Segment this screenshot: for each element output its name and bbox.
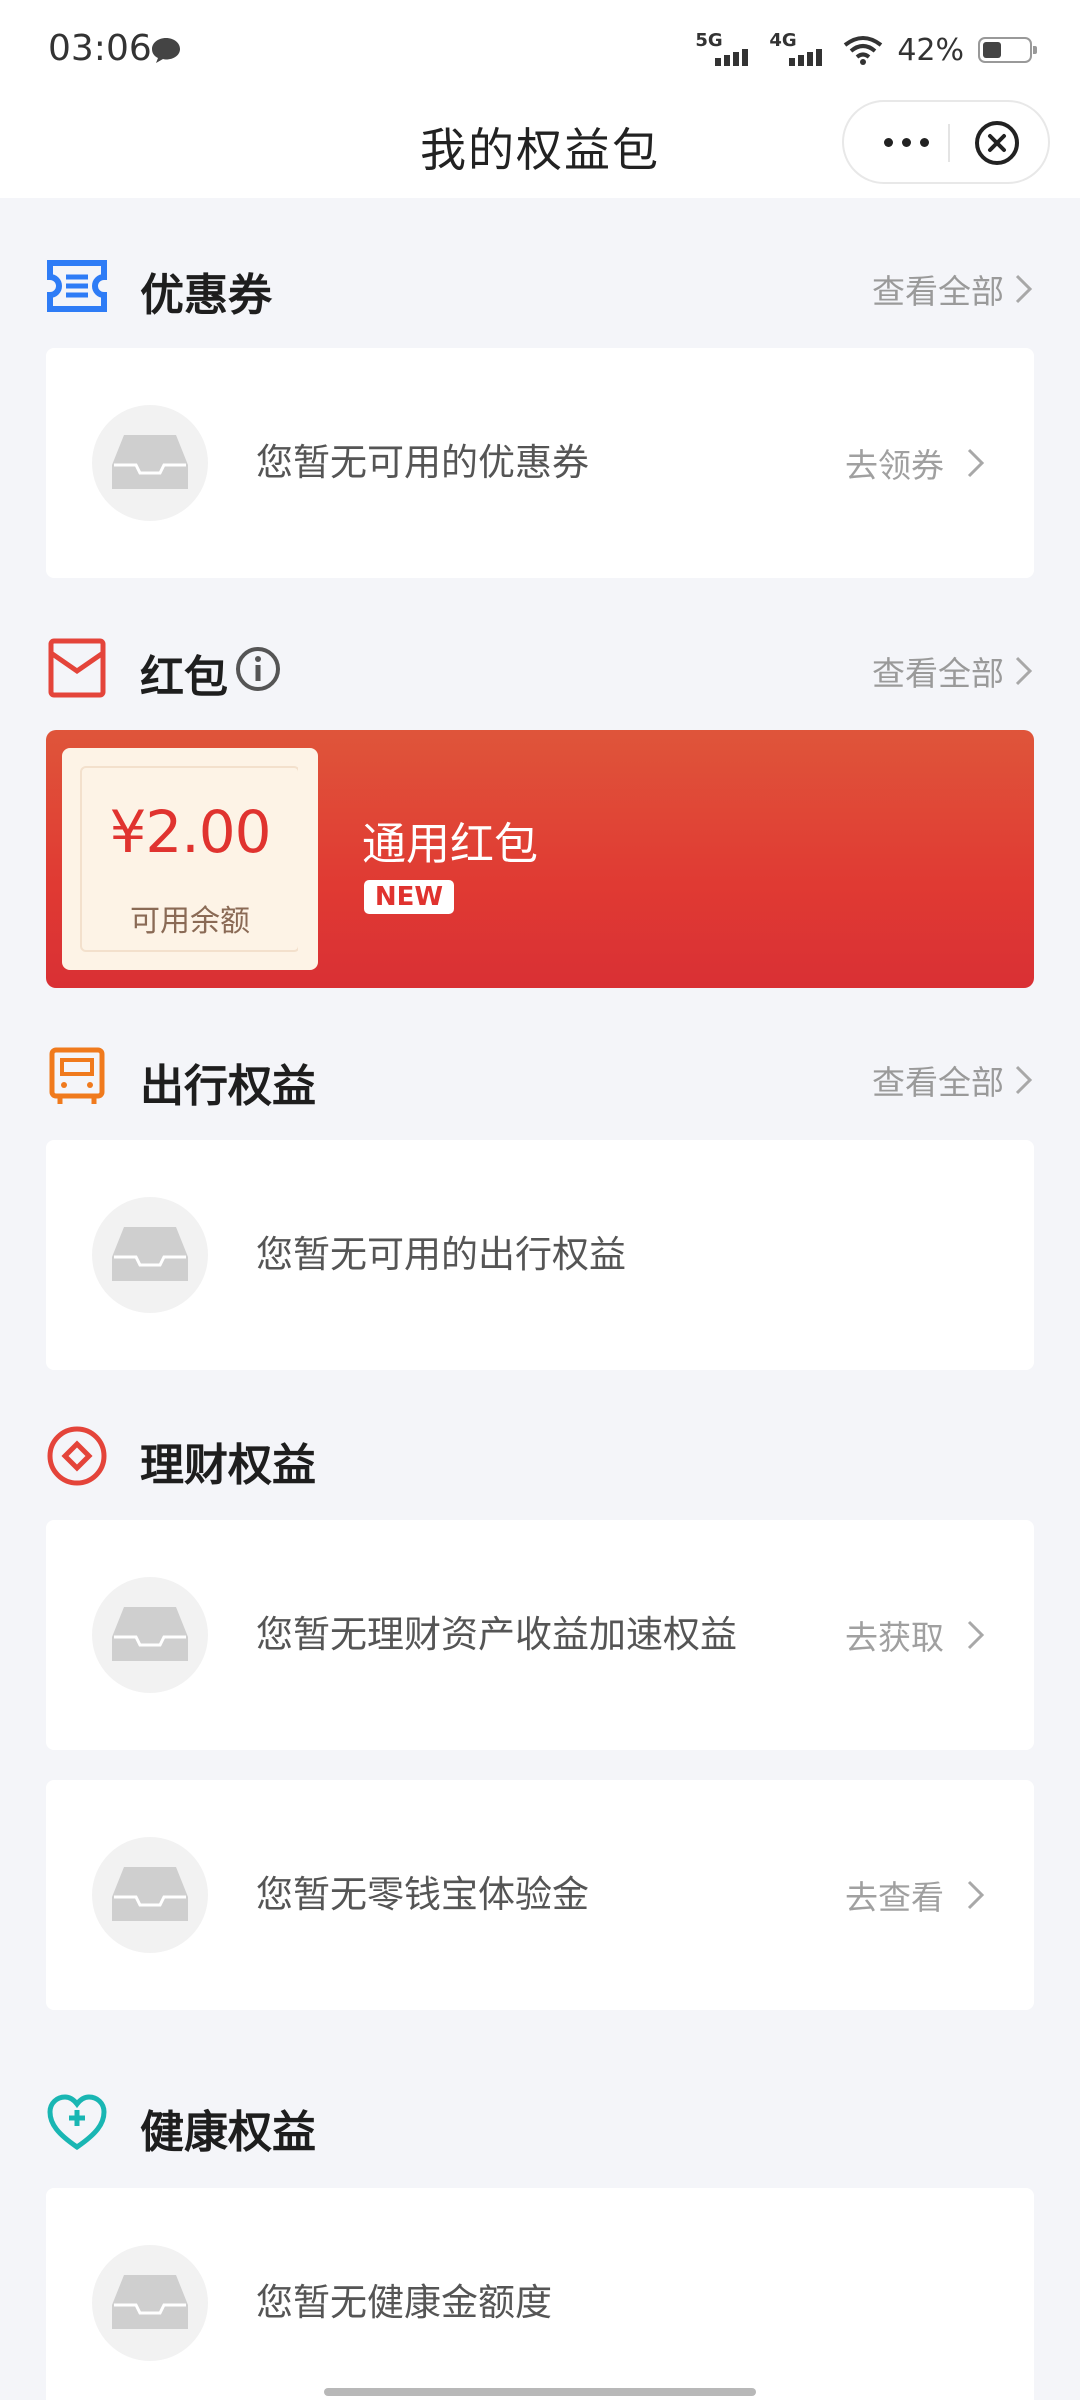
new-badge: NEW	[364, 880, 454, 914]
red-packet-amount-ticket: ¥2.00 可用余额	[62, 748, 318, 970]
chevron-right-icon	[1015, 274, 1033, 304]
wealth-section-header: 理财权益	[46, 1425, 1034, 1491]
get-wealth-benefit-button[interactable]: 去获取	[845, 1520, 986, 1750]
more-options-button[interactable]	[864, 102, 948, 182]
wifi-icon	[844, 36, 883, 65]
coupons-title: 优惠券	[140, 270, 272, 321]
mini-program-capsule	[842, 100, 1050, 184]
health-heart-icon	[47, 2094, 107, 2151]
info-icon[interactable]	[234, 645, 282, 693]
travel-section-header: 出行权益 查看全部	[46, 1046, 1034, 1112]
travel-view-all-link[interactable]: 查看全部	[872, 1056, 1034, 1104]
status-time: 03:06	[48, 28, 152, 69]
empty-inbox-icon	[92, 1837, 208, 1953]
wealth-card-2: 您暂无零钱宝体验金 去查看	[46, 1780, 1034, 2010]
health-title: 健康权益	[140, 2107, 316, 2158]
red-packet-amount-label: 可用余额	[130, 904, 250, 939]
red-packet-section-header: 红包 查看全部	[46, 637, 1034, 703]
wealth-card-1: 您暂无理财资产收益加速权益 去获取	[46, 1520, 1034, 1750]
close-button[interactable]	[972, 118, 1022, 168]
coupons-view-all-link[interactable]: 查看全部	[872, 265, 1034, 313]
empty-inbox-icon	[92, 1197, 208, 1313]
capsule-divider	[948, 124, 950, 162]
health-empty-text: 您暂无健康金额度	[256, 2281, 552, 2324]
red-packet-view-all-link[interactable]: 查看全部	[872, 647, 1034, 695]
empty-inbox-icon	[92, 2245, 208, 2361]
red-packet-amount: ¥2.00	[109, 798, 271, 866]
red-packet-name: 通用红包	[362, 819, 538, 870]
view-trial-fund-button[interactable]: 去查看	[845, 1780, 986, 2010]
network-5g-icon: 5G	[695, 30, 755, 70]
chevron-right-icon	[967, 448, 985, 478]
trial-fund-empty-text: 您暂无零钱宝体验金	[256, 1873, 589, 1916]
coupons-empty-card: 您暂无可用的优惠券 去领券	[46, 348, 1034, 578]
chat-notification-icon	[152, 38, 180, 63]
travel-empty-text: 您暂无可用的出行权益	[256, 1233, 626, 1276]
travel-title: 出行权益	[140, 1061, 316, 1112]
ticket-icon	[47, 260, 107, 312]
coin-icon	[47, 1426, 107, 1486]
empty-inbox-icon	[92, 1577, 208, 1693]
coupons-empty-text: 您暂无可用的优惠券	[256, 441, 589, 484]
wealth-boost-empty-text: 您暂无理财资产收益加速权益	[256, 1613, 737, 1656]
red-envelope-icon	[48, 638, 106, 698]
health-section-header: 健康权益	[46, 2092, 1034, 2158]
status-bar: 03:06 5G 4G 42%	[0, 0, 1080, 100]
chevron-right-icon	[967, 1620, 985, 1650]
empty-inbox-icon	[92, 405, 208, 521]
chevron-right-icon	[1015, 1065, 1033, 1095]
red-packet-title: 红包	[140, 652, 228, 703]
battery-icon	[978, 37, 1037, 63]
battery-percent: 42%	[897, 32, 964, 68]
home-indicator[interactable]	[324, 2388, 756, 2396]
ticket-edge	[298, 748, 314, 970]
chevron-right-icon	[967, 1880, 985, 1910]
chevron-right-icon	[1015, 656, 1033, 686]
travel-empty-card: 您暂无可用的出行权益	[46, 1140, 1034, 1370]
bus-icon	[49, 1047, 105, 1104]
red-packet-card[interactable]: ¥2.00 可用余额 通用红包 NEW	[46, 730, 1034, 988]
network-4g-icon: 4G	[769, 30, 829, 70]
coupons-section-header: 优惠券 查看全部	[46, 255, 1034, 321]
wealth-title: 理财权益	[140, 1440, 316, 1491]
get-coupon-button[interactable]: 去领券	[845, 348, 986, 578]
nav-header: 我的权益包	[0, 100, 1080, 198]
health-empty-card: 您暂无健康金额度	[46, 2188, 1034, 2400]
